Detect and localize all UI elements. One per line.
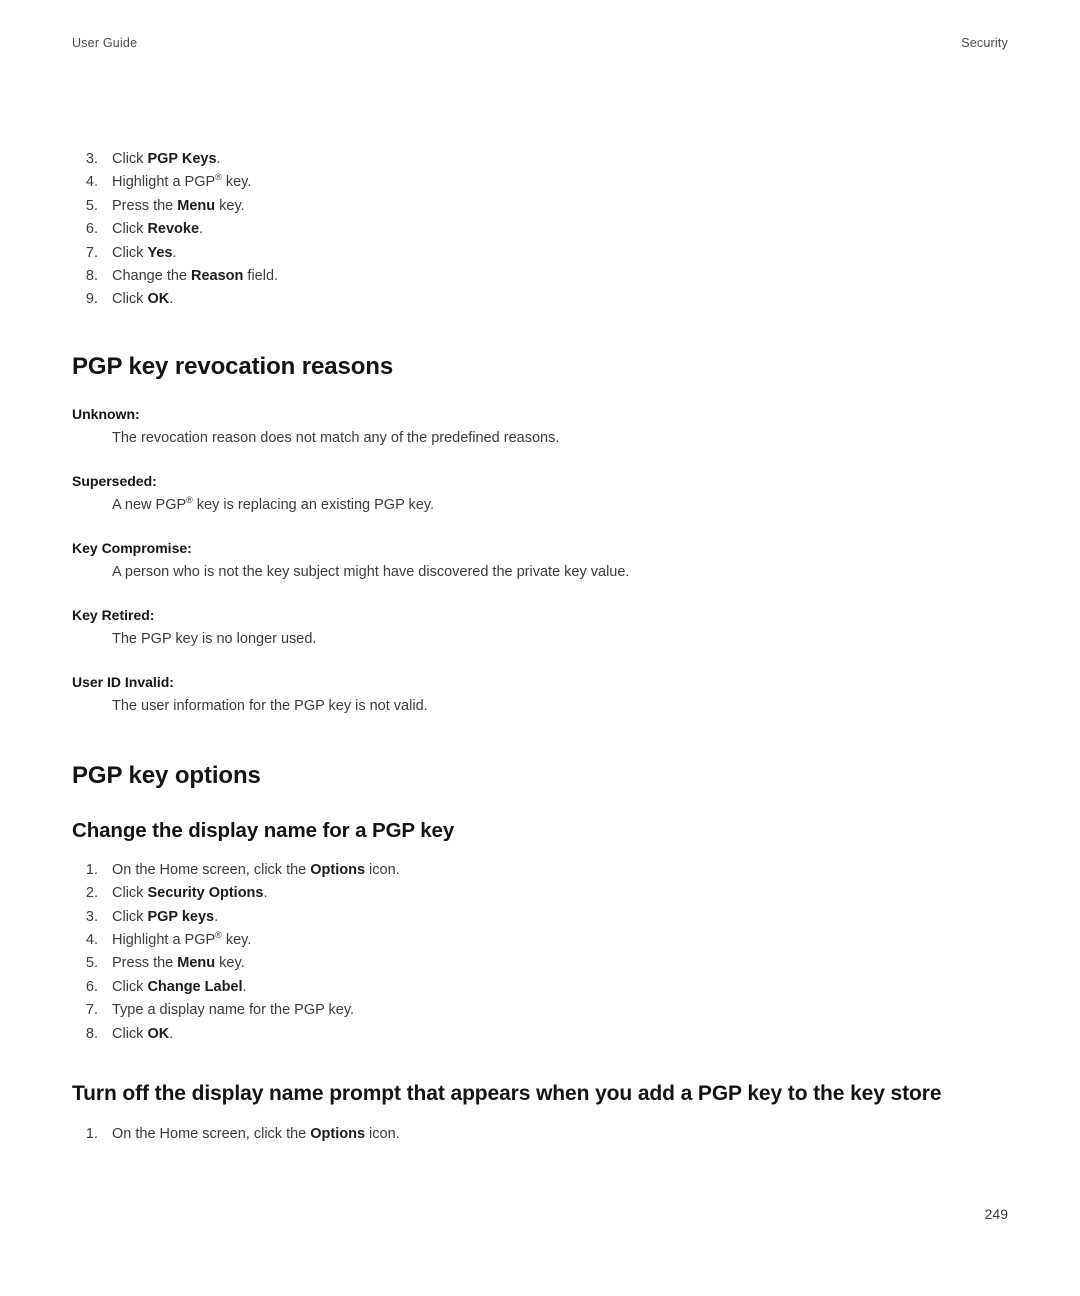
definition-term: Superseded: (72, 472, 157, 489)
list-item-number: 2. (85, 885, 98, 902)
emphasis-text: Options (310, 861, 366, 878)
list-item-number: 6. (85, 978, 98, 995)
emphasis-text: Menu (177, 197, 216, 214)
list-item-number: 8. (85, 268, 98, 285)
heading-pgp-key-revocation-reasons: PGP key revocation reasons (72, 352, 394, 380)
heading-pgp-key-options: PGP key options (72, 761, 261, 789)
emphasis-text: PGP keys (147, 908, 215, 925)
definition-term: Key Compromise: (72, 539, 192, 556)
list-item-text: Click Yes. (112, 244, 177, 261)
list-item: 1. On the Home screen, click the Options … (72, 1123, 1008, 1146)
definition-description: The user information for the PGP key is … (112, 697, 428, 714)
list-item-text: On the Home screen, click the Options ic… (112, 1126, 400, 1143)
list-item-number: 6. (85, 221, 98, 238)
list-item-text: Highlight a PGP® key. (112, 930, 252, 949)
list-item-number: 9. (85, 291, 98, 308)
heading-change-display-name: Change the display name for a PGP key (72, 818, 455, 842)
definition-block: Key Retired: The PGP key is no longer use… (72, 605, 1008, 650)
list-item-number: 8. (85, 1025, 98, 1042)
definition-list-revocation-reasons: Unknown: The revocation reason does not m… (72, 404, 1008, 717)
definition-block: Key Compromise: A person who is not the k… (72, 538, 1008, 583)
list-item-text: Click Change Label. (112, 978, 247, 995)
registered-trademark-icon: ® (215, 930, 222, 941)
list-item-number: 5. (85, 197, 98, 214)
list-item-number: 1. (85, 861, 98, 878)
list-item-text: Press the Menu key. (112, 955, 245, 972)
list-item-number: 7. (85, 1002, 98, 1019)
page-number: 249 (984, 1206, 1008, 1222)
emphasis-text: Change Label (147, 978, 243, 995)
list-item: 6. Click Change Label. (72, 976, 1008, 999)
page-content: 3. Click PGP Keys. 4. Highlight a PGP® key.… (72, 148, 1008, 1147)
list-item-text: Press the Menu key. (112, 197, 245, 214)
header-right-text: Security (961, 36, 1008, 50)
list-item: 2. Click Security Options. (72, 882, 1008, 905)
emphasis-text: PGP Keys (147, 151, 217, 167)
list-item-number: 4. (85, 174, 98, 191)
list-item: 1. On the Home screen, click the Options … (72, 859, 1008, 882)
procedure-list-change-display-name: 1. On the Home screen, click the Options … (72, 859, 1008, 1046)
list-item: 5. Press the Menu key. (72, 952, 1008, 975)
list-item-number: 3. (85, 151, 98, 167)
list-item-number: 5. (85, 955, 98, 972)
heading-turn-off-display-name-prompt: Turn off the display name prompt that ap… (72, 1082, 942, 1106)
procedure-list-turn-off-prompt: 1. On the Home screen, click the Options … (72, 1123, 1008, 1146)
registered-trademark-icon: ® (215, 172, 222, 183)
registered-trademark-icon: ® (186, 495, 193, 506)
list-item-text: Click PGP keys. (112, 908, 219, 925)
list-item-number: 3. (85, 908, 98, 925)
definition-description: A person who is not the key subject migh… (112, 563, 630, 580)
emphasis-text: Revoke (147, 221, 200, 238)
list-item-text: Type a display name for the PGP key. (112, 1002, 355, 1019)
definition-block: Unknown: The revocation reason does not m… (72, 404, 1008, 449)
list-item-text: Highlight a PGP® key. (112, 172, 252, 191)
list-item-number: 7. (85, 244, 98, 261)
procedure-list-revoke-pgp-key: 3. Click PGP Keys. 4. Highlight a PGP® key.… (72, 148, 1008, 312)
emphasis-text: Security Options (147, 885, 264, 902)
emphasis-text: Menu (177, 955, 216, 972)
list-item-text: Change the Reason field. (112, 268, 279, 285)
definition-block: Superseded: A new PGP® key is replacing a… (72, 471, 1008, 516)
list-item: 3. Click PGP Keys. (72, 148, 1008, 171)
list-item-text: Click OK. (112, 1025, 174, 1042)
list-item-text: Click PGP Keys. (112, 151, 221, 167)
document-page: User Guide Security 3. Click PGP Keys. 4. H… (0, 0, 1080, 1296)
definition-description: The revocation reason does not match any… (112, 429, 560, 446)
list-item: 5. Press the Menu key. (72, 195, 1008, 218)
emphasis-text: Reason (191, 268, 244, 285)
list-item: 4. Highlight a PGP® key. (72, 929, 1008, 952)
emphasis-text: Options (310, 1126, 366, 1143)
list-item: 7. Type a display name for the PGP key. (72, 999, 1008, 1022)
emphasis-text: OK (147, 1025, 170, 1042)
header-left-text: User Guide (72, 36, 138, 50)
emphasis-text: OK (147, 291, 170, 308)
running-header: User Guide Security (72, 36, 1008, 50)
list-item: 3. Click PGP keys. (72, 906, 1008, 929)
list-item: 7. Click Yes. (72, 242, 1008, 265)
list-item: 6. Click Revoke. (72, 218, 1008, 241)
definition-block: User ID Invalid: The user information for… (72, 672, 1008, 717)
list-item: 8. Click OK. (72, 1023, 1008, 1046)
list-item-number: 1. (85, 1126, 98, 1143)
definition-term: Key Retired: (72, 606, 155, 623)
definition-description: A new PGP® key is replacing an existing … (112, 495, 435, 513)
list-item-number: 4. (85, 932, 98, 949)
list-item-text: Click Security Options. (112, 885, 268, 902)
list-item-text: On the Home screen, click the Options ic… (112, 861, 400, 878)
definition-term: Unknown: (72, 405, 140, 422)
definition-description: The PGP key is no longer used. (112, 630, 317, 647)
list-item-text: Click OK. (112, 291, 174, 308)
list-item: 8. Change the Reason field. (72, 265, 1008, 288)
emphasis-text: Yes (147, 244, 173, 261)
list-item: 4. Highlight a PGP® key. (72, 171, 1008, 194)
definition-term: User ID Invalid: (72, 673, 174, 690)
list-item-text: Click Revoke. (112, 221, 204, 238)
list-item: 9. Click OK. (72, 288, 1008, 311)
